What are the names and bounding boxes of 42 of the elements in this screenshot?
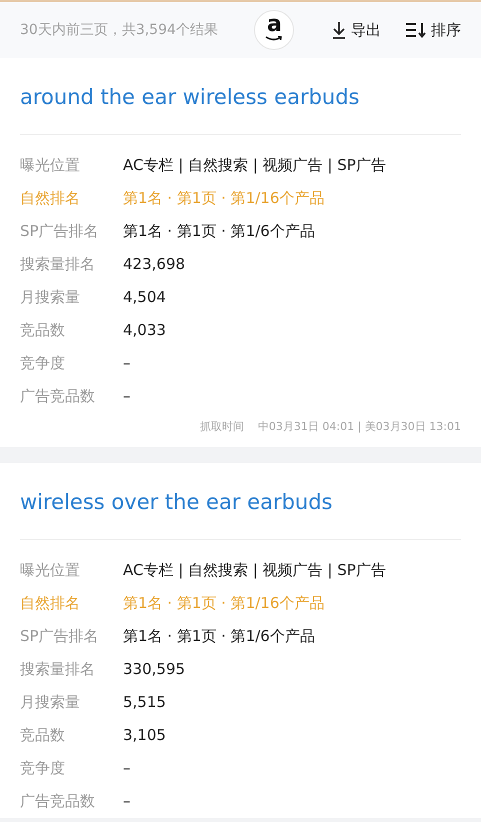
- field-label: 自然排名: [20, 188, 81, 209]
- field-value: 4,033: [123, 320, 166, 341]
- field-label: 月搜索量: [20, 692, 81, 713]
- field-value: 330,595: [123, 658, 186, 680]
- field-label: 搜索量排名: [20, 254, 96, 275]
- fetch-time-label: 抓取时间: [200, 418, 244, 434]
- field-value: 423,698: [123, 254, 186, 275]
- result-summary: 30天内前三页，共3,594个结果: [20, 20, 218, 40]
- field-label: 竞争度: [20, 758, 66, 779]
- sort-button[interactable]: 排序: [405, 18, 461, 42]
- field-label: 曝光位置: [20, 560, 81, 581]
- field-value: –: [123, 790, 130, 812]
- field-value: 第1名 · 第1页 · 第1/16个产品: [123, 188, 324, 209]
- field-label: SP广告排名: [20, 626, 100, 647]
- field-value: –: [123, 758, 130, 779]
- field-label: 竞品数: [20, 320, 66, 341]
- field-label: 竞品数: [20, 724, 66, 746]
- field-label: 月搜索量: [20, 286, 81, 308]
- field-label: 广告竞品数: [20, 790, 96, 812]
- field-label: 自然排名: [20, 592, 81, 614]
- field-label: 广告竞品数: [20, 386, 96, 407]
- field-value: 第1名 · 第1页 · 第1/6个产品: [123, 220, 315, 242]
- field-value: –: [123, 386, 130, 407]
- sort-icon: [405, 22, 427, 38]
- field-label: 竞争度: [20, 352, 66, 374]
- field-value: AC专栏 | 自然搜索 | 视频广告 | SP广告: [123, 154, 386, 176]
- field-value: AC专栏 | 自然搜索 | 视频广告 | SP广告: [123, 560, 386, 581]
- fetch-time: 中03月31日 04:01 | 美03月30日 13:01: [258, 418, 461, 435]
- field-label: SP广告排名: [20, 220, 100, 242]
- download-icon: [331, 21, 347, 39]
- field-value: 第1名 · 第1页 · 第1/16个产品: [123, 592, 324, 614]
- keyword-title[interactable]: around the ear wireless earbuds: [20, 58, 461, 134]
- field-value: –: [123, 352, 130, 374]
- field-value: 4,504: [123, 286, 166, 308]
- field-value: 第1名 · 第1页 · 第1/6个产品: [123, 626, 315, 647]
- keyword-title[interactable]: wireless over the ear earbuds: [20, 463, 461, 540]
- field-label: 曝光位置: [20, 154, 81, 176]
- amazon-logo[interactable]: a: [254, 10, 294, 50]
- field-label: 搜索量排名: [20, 658, 96, 680]
- field-value: 5,515: [123, 692, 166, 713]
- export-button[interactable]: 导出: [331, 18, 381, 42]
- field-value: 3,105: [123, 724, 166, 746]
